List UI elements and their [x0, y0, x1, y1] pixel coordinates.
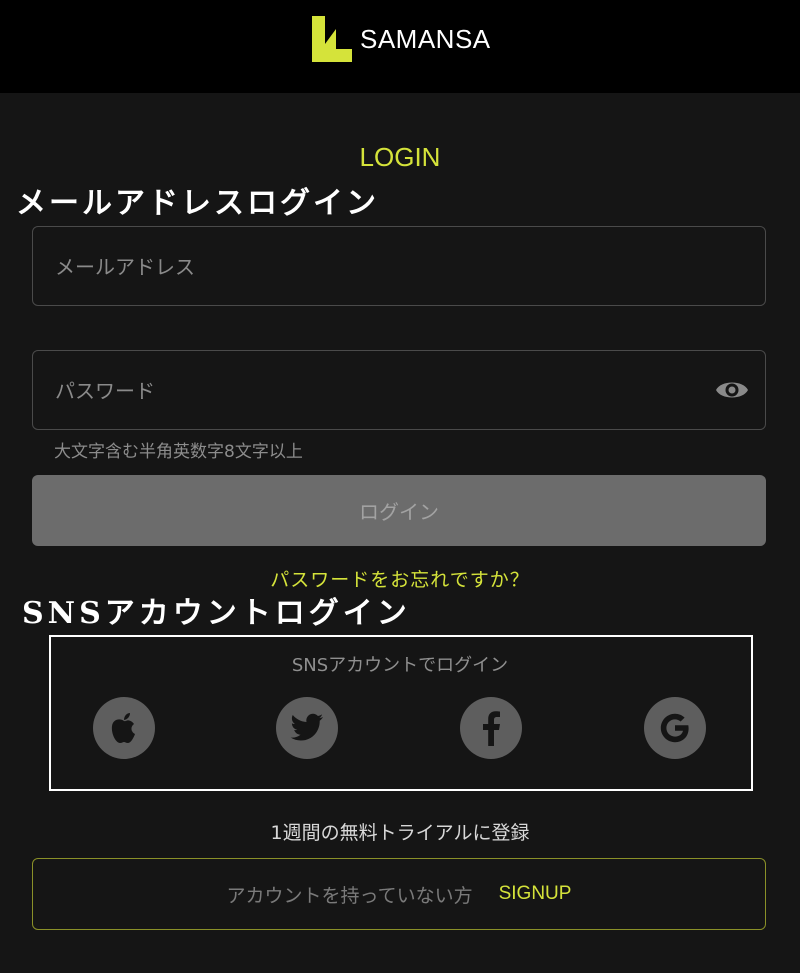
signup-prompt: アカウントを持っていない方	[226, 884, 473, 907]
header-bar: SAMANSA	[0, 0, 800, 93]
free-trial-text: 1週間の無料トライアルに登録	[270, 822, 530, 844]
brand-logo[interactable]: SAMANSA	[312, 16, 491, 62]
eye-icon[interactable]	[715, 377, 749, 403]
password-field[interactable]	[32, 350, 766, 431]
signup-link[interactable]: SIGNUP	[499, 883, 572, 905]
sns-login-annotation: SNSアカウントログイン	[22, 596, 411, 631]
samansa-logo-icon	[312, 16, 352, 62]
login-page: SAMANSA LOGIN メールアドレスログイン 大文字含む半角英数字8文字以…	[0, 0, 800, 973]
password-input[interactable]	[53, 351, 707, 431]
email-field[interactable]	[32, 226, 766, 307]
apple-login-button[interactable]	[93, 697, 155, 759]
page-title: LOGIN	[359, 142, 441, 172]
brand-name: SAMANSA	[360, 24, 491, 54]
google-icon	[660, 713, 689, 743]
twitter-icon	[290, 713, 323, 741]
facebook-login-button[interactable]	[460, 697, 522, 759]
sns-login-title: SNSアカウントでログイン	[291, 655, 509, 676]
apple-icon	[111, 713, 135, 743]
facebook-icon	[483, 711, 500, 746]
email-input[interactable]	[53, 227, 707, 307]
email-login-annotation: メールアドレスログイン	[16, 186, 379, 221]
signup-button[interactable]: アカウントを持っていない方 SIGNUP	[32, 858, 766, 930]
twitter-login-button[interactable]	[276, 697, 338, 759]
password-hint: 大文字含む半角英数字8文字以上	[54, 442, 303, 462]
login-button[interactable]: ログイン	[32, 475, 766, 546]
google-login-button[interactable]	[644, 697, 706, 759]
